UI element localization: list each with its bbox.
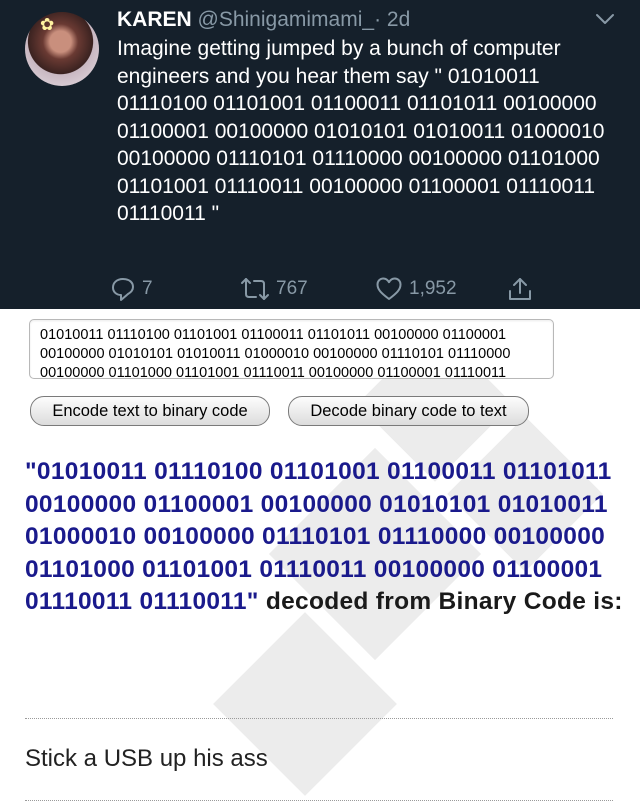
flower-icon: ✿	[40, 15, 55, 35]
avatar[interactable]: ✿	[25, 12, 99, 86]
decode-button[interactable]: Decode binary code to text	[288, 396, 529, 426]
retweet-count: 767	[276, 278, 308, 299]
tweet-actions: 7 767 1,952	[110, 276, 540, 304]
tweet-timestamp[interactable]: · 2d	[374, 8, 410, 31]
tweet-header: KAREN @Shinigamimami_· 2d	[117, 6, 410, 34]
binary-input-value: 01010011 01110100 01101001 01100011 0110…	[40, 327, 511, 379]
divider	[25, 800, 613, 801]
decoded-heading: "01010011 01110100 01101001 01100011 011…	[25, 456, 625, 619]
encode-button[interactable]: Encode text to binary code	[30, 396, 270, 426]
divider	[25, 718, 613, 719]
author-handle[interactable]: @Shinigamimami_	[198, 8, 375, 31]
retweet-icon	[241, 278, 269, 300]
tweet-card: ✿ KAREN @Shinigamimami_· 2d Imagine gett…	[0, 0, 640, 309]
like-count: 1,952	[409, 278, 457, 299]
binary-translator: 01010011 01110100 01101001 01100011 0110…	[0, 309, 640, 802]
reply-icon	[112, 278, 134, 301]
reply-count: 7	[142, 278, 153, 299]
author-name[interactable]: KAREN	[117, 8, 192, 31]
decoded-suffix: decoded from Binary Code is:	[258, 588, 623, 615]
tweet-text: Imagine getting jumped by a bunch of com…	[117, 37, 605, 225]
share-icon	[509, 278, 531, 300]
chevron-down-icon[interactable]	[595, 12, 615, 26]
decoded-result: Stick a USB up his ass	[25, 745, 268, 772]
binary-input-field[interactable]: 01010011 01110100 01101001 01100011 0110…	[29, 319, 554, 379]
heart-icon	[376, 277, 402, 300]
retweet-button[interactable]: 767	[240, 276, 308, 302]
share-button[interactable]	[507, 276, 533, 302]
like-button[interactable]: 1,952	[375, 276, 457, 302]
reply-button[interactable]: 7	[110, 276, 153, 302]
